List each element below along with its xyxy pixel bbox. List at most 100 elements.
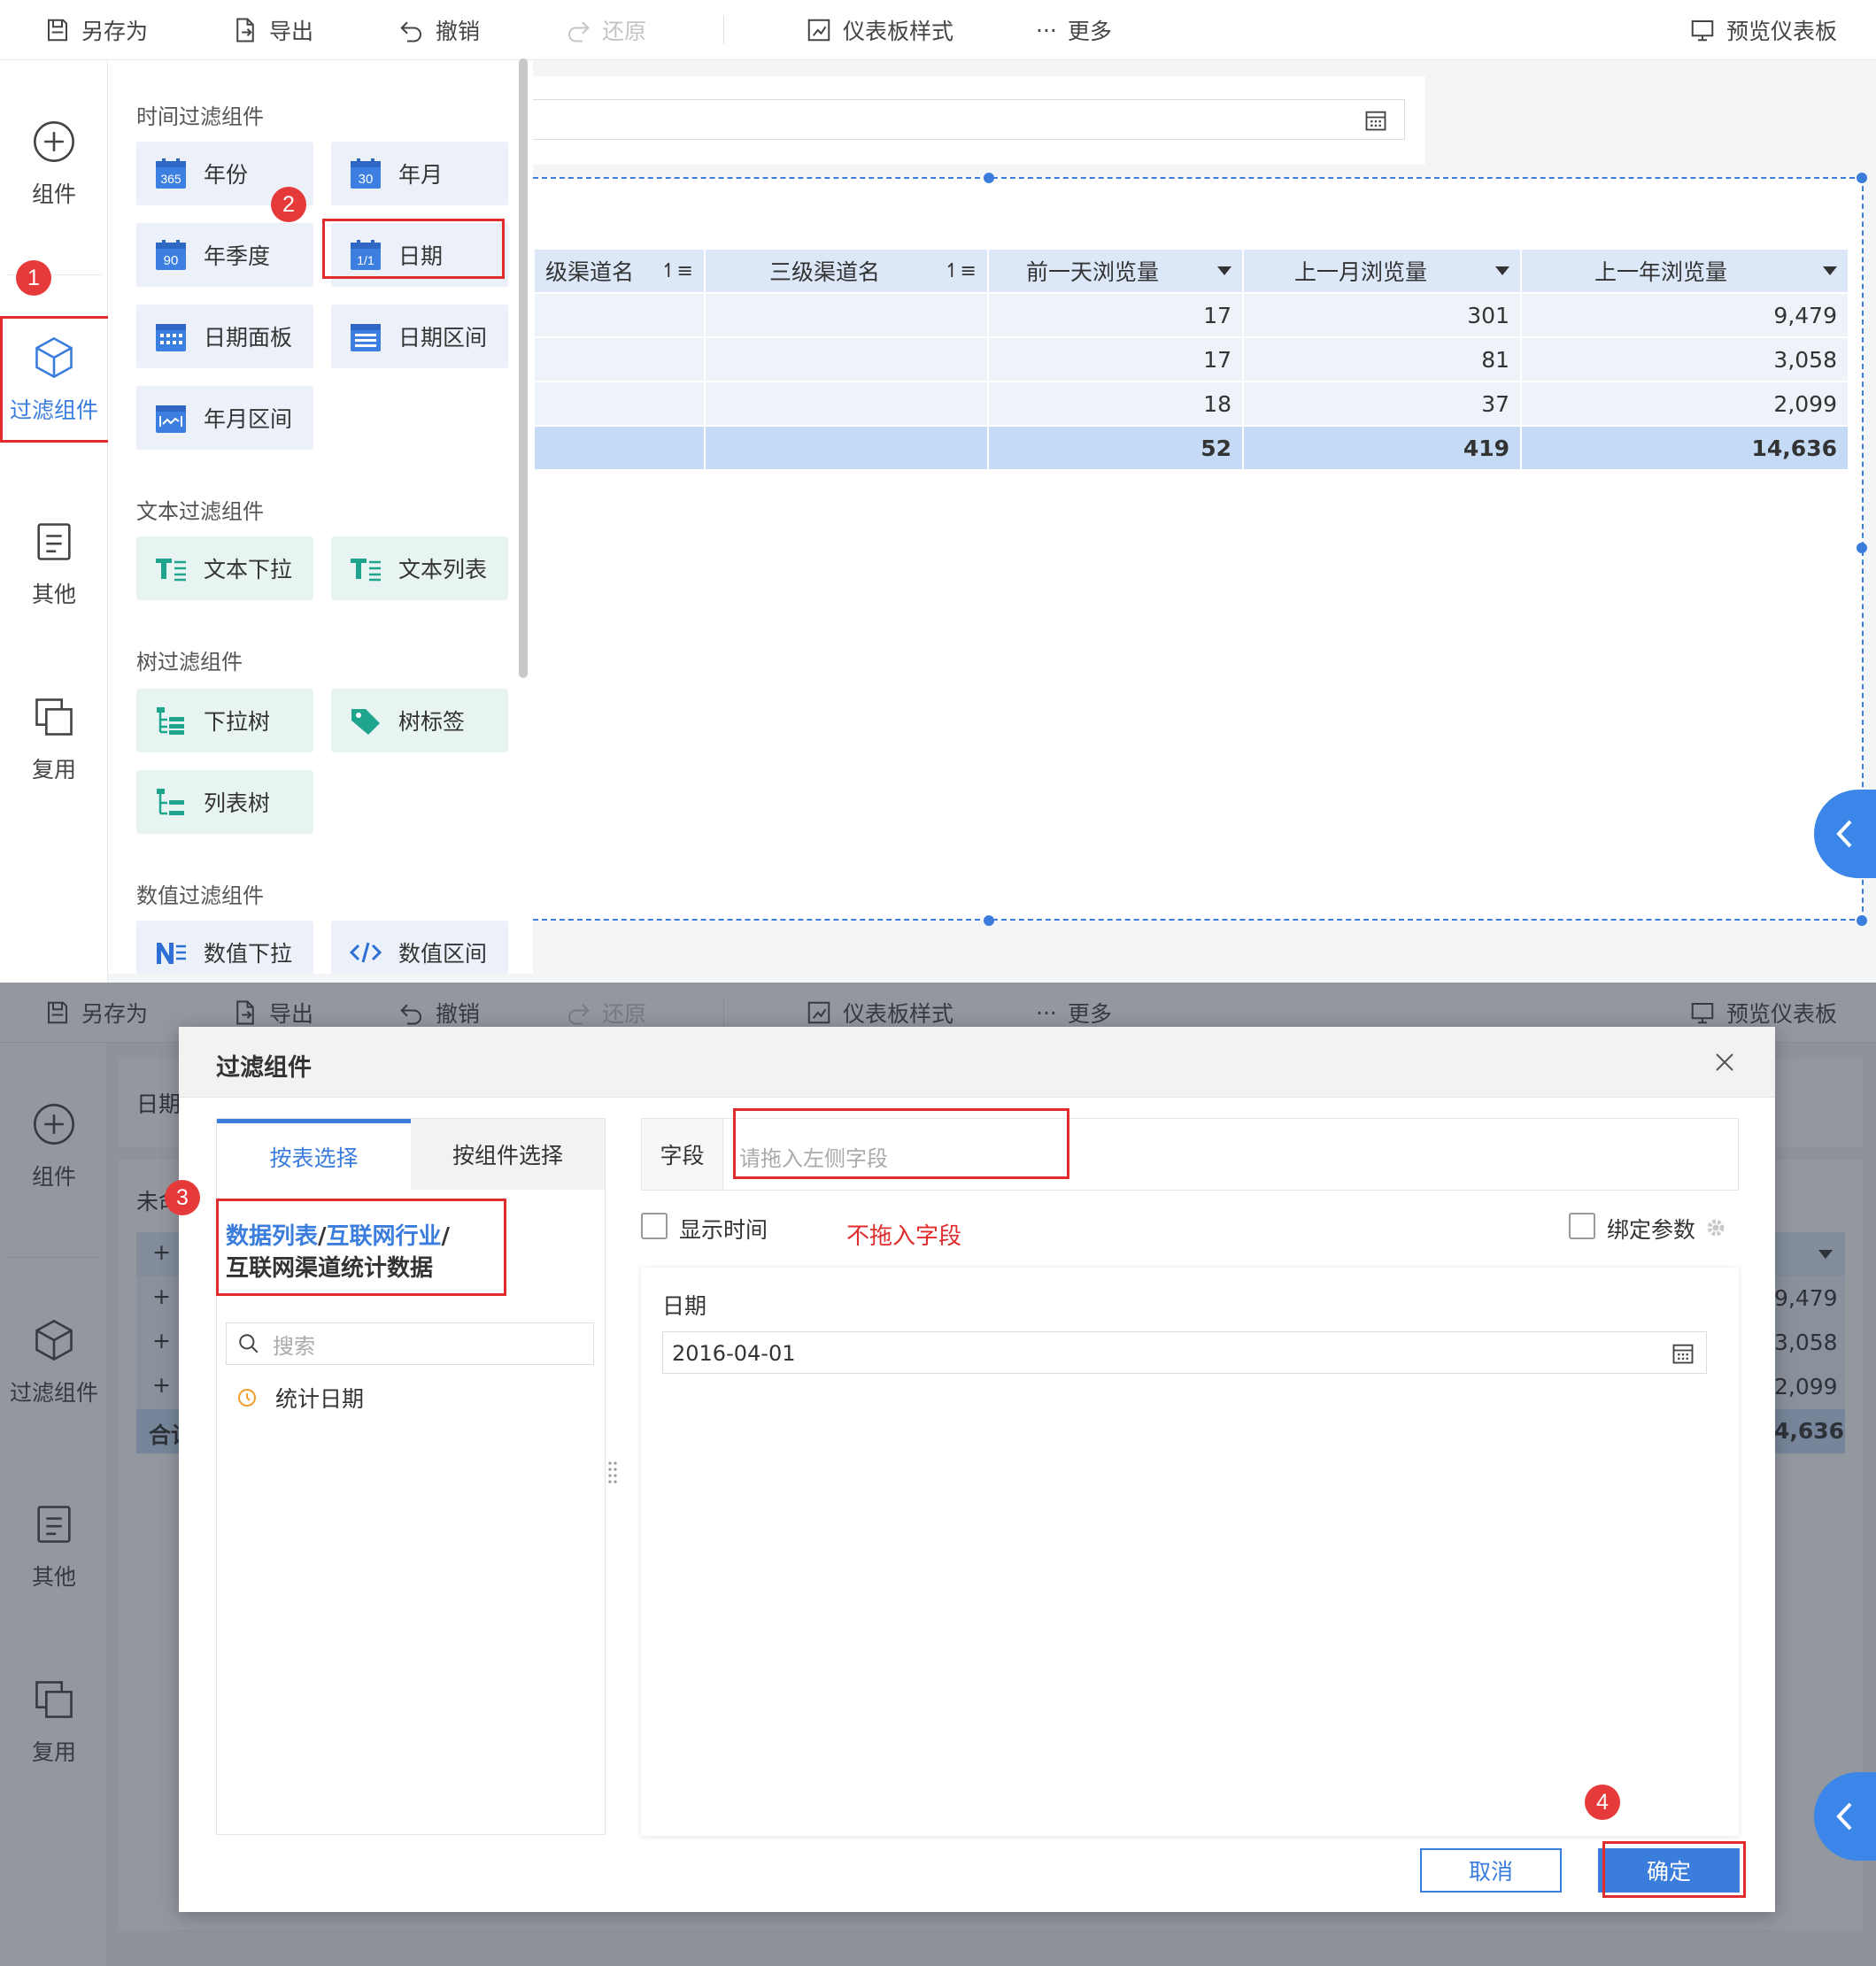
sort-icon[interactable]: ↿≡ bbox=[660, 260, 693, 282]
table-cell bbox=[533, 425, 706, 471]
column-header[interactable]: 上一月浏览量 bbox=[1242, 248, 1522, 294]
tile-label: 下拉树 bbox=[204, 709, 271, 735]
dashboard-style-button[interactable]: 仪表板样式 bbox=[806, 0, 953, 60]
resize-handle[interactable] bbox=[1857, 173, 1867, 183]
badge-label: 2 bbox=[282, 191, 295, 217]
filter-preview: 日期 2016-04-01 bbox=[641, 1268, 1739, 1836]
more-button[interactable]: ··· 更多 bbox=[1036, 0, 1112, 60]
undo-button[interactable]: 撤销 bbox=[398, 0, 480, 60]
field-item-label: 统计日期 bbox=[275, 1386, 365, 1412]
table-header-row: 级渠道名 ↿≡ 三级渠道名 ↿≡ 前一天浏览量 上一月浏览量 上一年浏览量 bbox=[533, 248, 1849, 294]
table-cell: 37 bbox=[1242, 381, 1522, 427]
icon-text: 30 bbox=[359, 172, 374, 187]
table-widget[interactable]: 级渠道名 ↿≡ 三级渠道名 ↿≡ 前一天浏览量 上一月浏览量 上一年浏览量 17 30… bbox=[533, 173, 1867, 926]
redo-button[interactable]: 还原 bbox=[565, 0, 646, 60]
bind-param-checkbox[interactable] bbox=[1569, 1213, 1595, 1239]
tile-number-range[interactable]: 数值区间 bbox=[331, 921, 508, 974]
resize-handle[interactable] bbox=[984, 173, 994, 183]
tree-icon bbox=[157, 789, 184, 815]
resize-handle[interactable] bbox=[1857, 915, 1867, 926]
tab-by-component[interactable]: 按组件选择 bbox=[411, 1119, 605, 1190]
code-brackets-icon bbox=[349, 942, 382, 963]
tile-number-dropdown[interactable]: 数值下拉 bbox=[136, 921, 313, 974]
step-badge-2: 2 bbox=[271, 187, 306, 222]
calendar-365-icon: 365 bbox=[156, 158, 186, 189]
calendar-90-icon: 90 bbox=[156, 240, 186, 270]
tile-dropdown-tree[interactable]: 下拉树 bbox=[136, 689, 313, 752]
tile-tree-tag[interactable]: 树标签 bbox=[331, 689, 508, 752]
sidebar-label: 复用 bbox=[31, 757, 76, 783]
column-header[interactable]: 三级渠道名 ↿≡ bbox=[704, 248, 989, 294]
resize-handle[interactable] bbox=[1857, 543, 1867, 553]
table-row: 17 81 3,058 bbox=[533, 336, 1849, 382]
table-cell bbox=[704, 292, 989, 338]
tile-year-quarter[interactable]: 90 年季度 bbox=[136, 223, 313, 287]
table-row: 18 37 2,099 bbox=[533, 381, 1849, 427]
export-button[interactable]: 导出 bbox=[232, 0, 313, 60]
chevron-left-icon bbox=[1836, 1802, 1852, 1831]
tile-date-panel[interactable]: 日期面板 bbox=[136, 305, 313, 368]
gear-icon[interactable] bbox=[1703, 1215, 1728, 1240]
dialog-header: 过滤组件 bbox=[179, 1027, 1775, 1098]
drag-handle-icon[interactable] bbox=[607, 1461, 618, 1484]
screenshot-bottom: 另存为 导出 撤销 还原 仪表板样式 ··· 更多 预览仪表板 bbox=[0, 983, 1876, 1966]
close-icon[interactable] bbox=[1714, 1052, 1735, 1073]
sort-icon[interactable]: ↿≡ bbox=[944, 260, 977, 282]
icon-text: 90 bbox=[164, 253, 179, 268]
tile-text-dropdown[interactable]: 文本下拉 bbox=[136, 536, 313, 600]
undo-label: 撤销 bbox=[436, 19, 481, 44]
tile-label: 年月区间 bbox=[204, 406, 293, 432]
badge-label: 1 bbox=[27, 265, 40, 290]
dropdown-icon[interactable] bbox=[1217, 266, 1231, 275]
header-label: 级渠道名 bbox=[545, 259, 635, 285]
cancel-button[interactable]: 取消 bbox=[1420, 1848, 1562, 1893]
tile-label: 年季度 bbox=[204, 243, 271, 269]
save-as-button[interactable]: 另存为 bbox=[44, 0, 148, 60]
tile-year-month[interactable]: 30 年月 bbox=[331, 142, 508, 205]
filter-component-panel: 时间过滤组件 365 年份 30 年月 90 年季度 1/1 日期 日期面板 日… bbox=[108, 60, 533, 974]
table-total-row: 52 419 14,636 bbox=[533, 425, 1849, 471]
tile-year-month-range[interactable]: 年月区间 bbox=[136, 386, 313, 450]
dashboard-style-label: 仪表板样式 bbox=[843, 19, 954, 44]
resize-handle[interactable] bbox=[984, 915, 994, 926]
tile-label: 树标签 bbox=[398, 709, 466, 735]
tile-date-range[interactable]: 日期区间 bbox=[331, 305, 508, 368]
bind-param-label: 绑定参数 bbox=[1607, 1217, 1696, 1243]
preview-dashboard-button[interactable]: 预览仪表板 bbox=[1689, 0, 1837, 60]
style-icon bbox=[807, 19, 830, 42]
sidebar-item-other[interactable]: 其他 bbox=[0, 519, 108, 609]
save-as-label: 另存为 bbox=[81, 19, 149, 44]
data-table: 级渠道名 ↿≡ 三级渠道名 ↿≡ 前一天浏览量 上一月浏览量 上一年浏览量 17 30… bbox=[533, 248, 1849, 471]
column-header[interactable]: 前一天浏览量 bbox=[987, 248, 1244, 294]
sidebar-item-reuse[interactable]: 复用 bbox=[0, 694, 108, 784]
preview-date-input[interactable]: 2016-04-01 bbox=[662, 1331, 1707, 1374]
monitor-icon bbox=[1691, 20, 1714, 42]
screenshot-top: 另存为 导出 撤销 还原 仪表板样式 ··· 更多 预览仪表板 组件 过滤组件 … bbox=[0, 0, 1876, 983]
field-search-input[interactable]: 搜索 bbox=[226, 1322, 594, 1365]
date-input[interactable] bbox=[533, 99, 1405, 140]
clock-icon bbox=[238, 1389, 256, 1407]
table-cell bbox=[704, 425, 989, 471]
dropdown-icon[interactable] bbox=[1823, 266, 1837, 275]
field-item[interactable]: 统计日期 bbox=[236, 1382, 364, 1414]
panel-scrollbar[interactable] bbox=[519, 58, 528, 678]
export-icon bbox=[236, 18, 254, 42]
highlight-box-field bbox=[733, 1108, 1069, 1179]
table-cell: 81 bbox=[1242, 336, 1522, 382]
tile-label: 日期区间 bbox=[398, 325, 488, 351]
sidebar-item-component[interactable]: 组件 bbox=[0, 119, 108, 209]
toolbar-divider bbox=[723, 16, 724, 44]
column-header[interactable]: 级渠道名 ↿≡ bbox=[533, 248, 706, 294]
highlight-box-4 bbox=[1602, 1841, 1746, 1898]
tile-list-tree[interactable]: 列表树 bbox=[136, 770, 313, 834]
tab-by-table[interactable]: 按表选择 bbox=[217, 1119, 411, 1190]
show-time-checkbox[interactable] bbox=[641, 1213, 668, 1239]
table-cell: 301 bbox=[1242, 292, 1522, 338]
dropdown-icon[interactable] bbox=[1495, 266, 1509, 275]
badge-label: 4 bbox=[1596, 1789, 1609, 1815]
calendar-icon[interactable] bbox=[1363, 108, 1388, 133]
calendar-icon[interactable] bbox=[1671, 1341, 1695, 1366]
column-header[interactable]: 上一年浏览量 bbox=[1520, 248, 1849, 294]
tile-label: 列表树 bbox=[204, 790, 271, 816]
tile-text-list[interactable]: 文本列表 bbox=[331, 536, 508, 600]
